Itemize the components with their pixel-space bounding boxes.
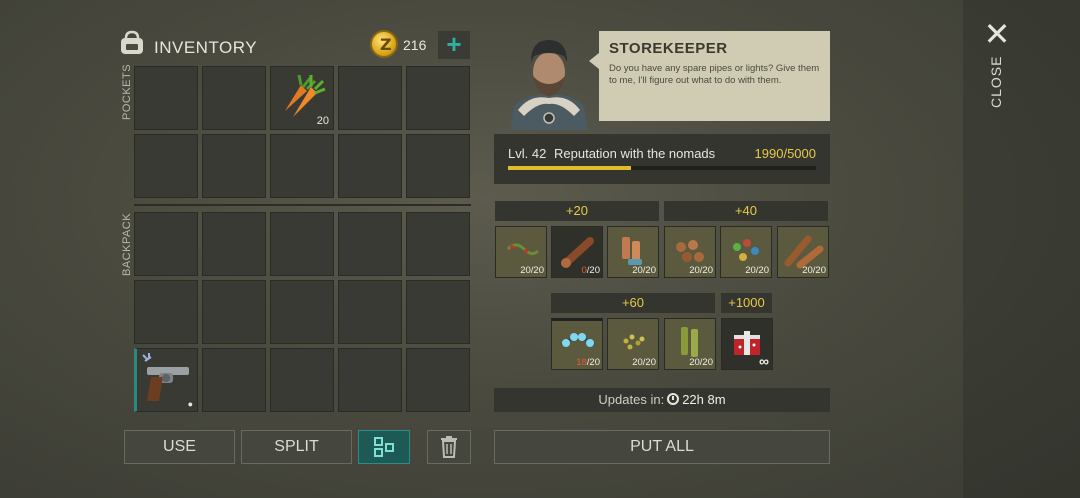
backpack-slot[interactable] [338,212,402,276]
pocket-slot[interactable] [406,134,470,198]
storekeeper-dialogue: Do you have any spare pipes or lights? G… [609,63,820,86]
trash-icon [441,436,457,458]
coin-icon: Z [370,30,398,58]
trade-item-slot[interactable]: 20/20 [664,318,716,370]
sort-button[interactable] [358,430,410,464]
reputation-panel: Lvl. 42 Reputation with the nomads 1990/… [494,134,830,184]
backpack-slot[interactable] [270,212,334,276]
pocket-slot[interactable] [338,66,402,130]
tier-bonus-60: +60 [551,293,715,313]
grid-sort-icon [374,437,394,457]
trash-button[interactable] [427,430,471,464]
backpack-slot[interactable] [270,280,334,344]
updates-timer: Updates in: 22h 8m [494,388,830,412]
backpack-slot[interactable] [338,348,402,412]
use-button[interactable]: USE [124,430,235,464]
backpack-slot[interactable] [202,212,266,276]
carrot-qty: 20 [316,115,329,127]
tier-bonus-1000: +1000 [721,293,772,313]
add-coins-button[interactable]: + [438,31,470,59]
put-all-button[interactable]: PUT ALL [494,430,830,464]
coin-count: 216 [403,37,427,53]
pocket-slot[interactable] [134,66,198,130]
trade-item-slot[interactable]: 20/20 [664,226,716,278]
backpack-slot[interactable] [406,212,470,276]
trade-item-slot[interactable]: 20/20 [720,226,772,278]
trade-item-slot[interactable]: 18/20 [551,318,603,370]
trade-item-slot[interactable]: 20/20 [777,226,829,278]
backpack-slot[interactable] [270,348,334,412]
trade-item-slot[interactable]: ∞ [721,318,773,370]
backpack-slot[interactable] [134,280,198,344]
reputation-label: Reputation with the nomads [554,146,716,161]
pocket-slot[interactable] [338,134,402,198]
pocket-slot[interactable] [270,134,334,198]
pocket-slot[interactable] [134,134,198,198]
backpack-icon [121,30,143,54]
trade-item-slot[interactable]: 0/20 [551,226,603,278]
tier-bonus-40: +40 [664,201,828,221]
close-panel [963,0,1080,498]
tier-bonus-20: +20 [495,201,659,221]
split-button[interactable]: SPLIT [241,430,352,464]
reputation-progress-fill [508,166,631,170]
backpack-slot[interactable] [134,212,198,276]
pocket-slot[interactable] [202,134,266,198]
storekeeper-speech-bubble: STOREKEEPER Do you have any spare pipes … [589,31,830,121]
pocket-slot-carrots[interactable]: 20 [270,66,334,130]
reputation-progress-bar [508,166,816,170]
inventory-header: INVENTORY Z 216 + [118,30,470,62]
pockets-label: POCKETS [121,63,133,120]
updates-time: 22h 8m [682,392,726,407]
updates-label: Updates in: [598,392,665,407]
backpack-label: BACKPACK [121,212,133,276]
storekeeper-name: STOREKEEPER [609,40,728,57]
backpack-slot[interactable] [202,348,266,412]
pocket-slot[interactable] [202,66,266,130]
pocket-slot[interactable] [406,66,470,130]
reputation-level: Lvl. 42 [508,146,547,161]
section-divider [134,204,471,206]
reputation-value: 1990/5000 [754,146,816,161]
backpack-slot[interactable] [406,348,470,412]
inventory-title: INVENTORY [154,38,258,57]
clock-icon [667,393,680,405]
backpack-slot[interactable] [406,280,470,344]
close-icon[interactable]: ✕ [983,18,1011,50]
trade-item-slot[interactable]: 20/20 [495,226,547,278]
storekeeper-portrait [510,40,588,130]
trade-item-slot[interactable]: 20/20 [607,318,659,370]
trade-item-slot[interactable]: 20/20 [607,226,659,278]
backpack-slot-revolver[interactable]: ● [134,348,198,412]
backpack-slot[interactable] [338,280,402,344]
backpack-slot[interactable] [202,280,266,344]
close-label[interactable]: CLOSE [988,56,1004,108]
